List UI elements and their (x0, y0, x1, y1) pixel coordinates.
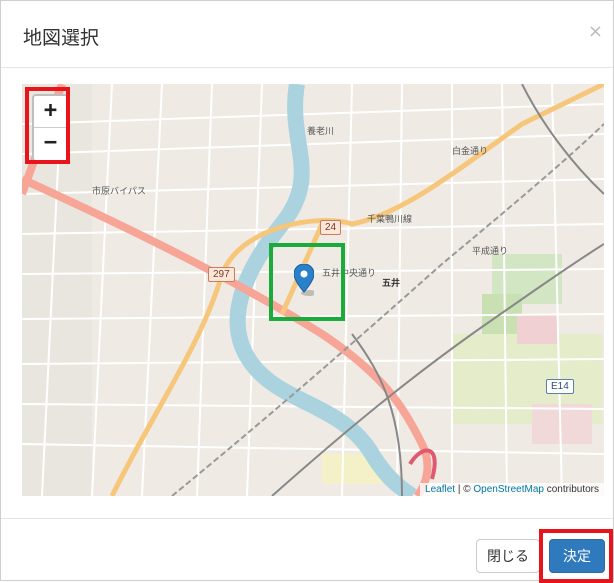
map-label-heisei: 平成通り (472, 247, 509, 257)
route-shield-297: 297 (208, 267, 235, 282)
confirm-highlight (539, 529, 613, 583)
modal-title: 地図選択 (23, 27, 100, 49)
zoom-highlight (25, 87, 70, 164)
map-attribution: Leaflet | © OpenStreetMap contributors (420, 483, 604, 496)
route-shield-e14: E14 (546, 379, 574, 394)
modal-footer: 閉じる 決定 (1, 518, 613, 583)
map-view[interactable]: 養老川 市原バイパス 千葉鴨川線 白金通り 五井中央通り 平成通り 五井 297… (22, 84, 604, 496)
attribution-separator: | © (455, 484, 474, 495)
map-label-shirokane: 白金通り (452, 147, 489, 157)
map-label-station-goi: 五井 (382, 279, 401, 289)
osm-link[interactable]: OpenStreetMap (473, 484, 544, 495)
map-select-modal: 地図選択 × 養老川 市原バイパス 千葉鴨川線 白金通り 五井中央通り 平成通り… (0, 0, 614, 583)
map-label-river: 養老川 (307, 127, 335, 137)
modal-header: 地図選択 × (1, 1, 613, 68)
modal-body: 養老川 市原バイパス 千葉鴨川線 白金通り 五井中央通り 平成通り 五井 297… (1, 68, 613, 516)
map-label-chiba-kamogawa: 千葉鴨川線 (367, 215, 413, 225)
close-button[interactable]: 閉じる (476, 539, 540, 573)
attribution-contributors: contributors (543, 484, 599, 495)
route-shield-24: 24 (320, 220, 342, 235)
close-icon[interactable]: × (588, 21, 603, 42)
marker-highlight (269, 243, 345, 321)
leaflet-link[interactable]: Leaflet (425, 484, 455, 495)
map-label-bypass: 市原バイパス (92, 187, 146, 197)
